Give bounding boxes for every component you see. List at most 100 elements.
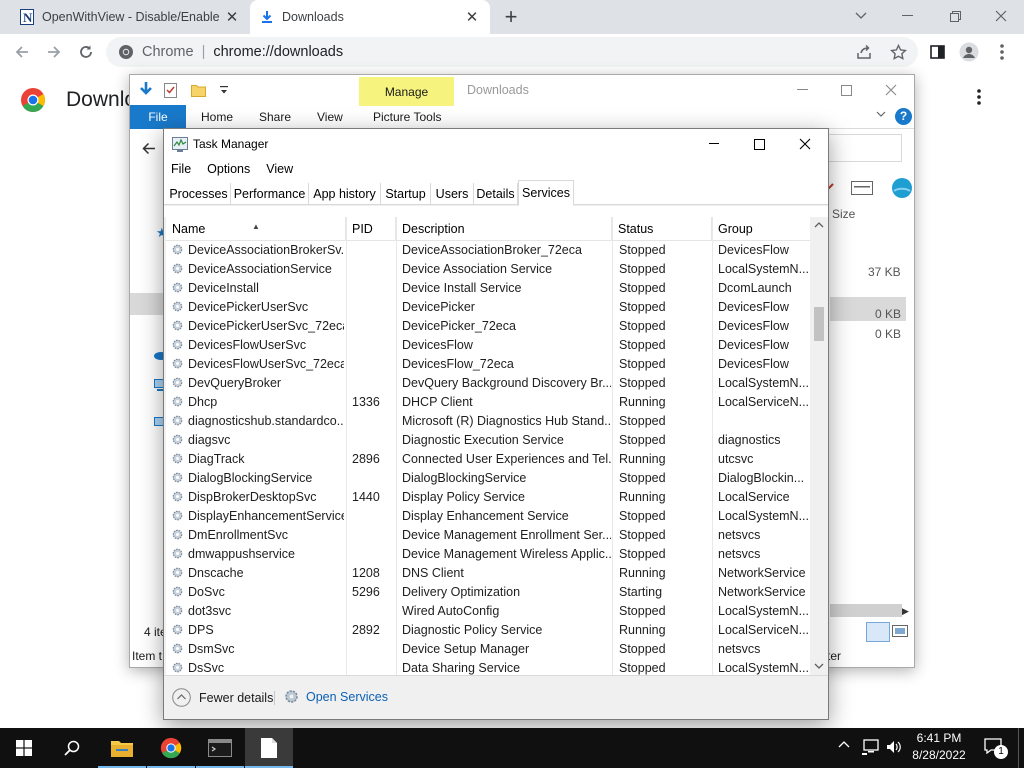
taskbar-file-explorer[interactable] xyxy=(98,728,146,768)
customize-qat-icon[interactable] xyxy=(220,85,228,95)
close-window-button[interactable] xyxy=(978,0,1024,32)
share-icon[interactable] xyxy=(848,36,880,68)
column-header-group[interactable]: Group xyxy=(712,217,810,241)
page-more-icon[interactable] xyxy=(977,89,981,105)
system-clock[interactable]: 6:41 PM 8/28/2022 xyxy=(896,730,982,764)
tab-openwithview[interactable]: N OpenWithView - Disable/Enable ✕ xyxy=(10,0,250,34)
restore-button[interactable] xyxy=(932,0,978,32)
taskbar-notepad[interactable] xyxy=(245,728,293,768)
service-row[interactable]: diagnosticshub.standardco... Microsoft (R… xyxy=(166,412,810,431)
new-tab-button[interactable]: + xyxy=(498,4,524,30)
service-row[interactable]: dot3svc Wired AutoConfig Stopped LocalSyste… xyxy=(166,602,810,621)
service-row[interactable]: DevicePickerUserSvc DevicePicker Stopped De… xyxy=(166,298,810,317)
search-button[interactable] xyxy=(48,728,96,768)
ribbon-tab-share[interactable]: Share xyxy=(259,105,291,129)
service-row[interactable]: DsSvc Data Sharing Service Stopped LocalSys… xyxy=(166,659,810,675)
side-panel-icon[interactable] xyxy=(921,36,953,68)
service-row[interactable]: DoSvc 5296 Delivery Optimization Starting Ne… xyxy=(166,583,810,602)
service-row[interactable]: DevQueryBroker DevQuery Background Discov… xyxy=(166,374,810,393)
column-header-name[interactable]: ▲ Name xyxy=(166,217,346,241)
scroll-right-icon[interactable]: ▶ xyxy=(902,606,909,617)
back-arrow-icon[interactable] xyxy=(142,142,156,155)
vertical-scrollbar[interactable] xyxy=(810,217,828,675)
web-globe-icon[interactable] xyxy=(890,176,914,200)
tab-downloads[interactable]: Downloads ✕ xyxy=(250,0,490,34)
details-pane-icon[interactable] xyxy=(851,181,873,195)
service-row[interactable]: DeviceAssociationService Device Associati… xyxy=(166,260,810,279)
ribbon-tab-view[interactable]: View xyxy=(317,105,343,129)
service-row[interactable]: DispBrokerDesktopSvc 1440 Display Policy S… xyxy=(166,488,810,507)
taskbar-task-manager[interactable] xyxy=(196,728,244,768)
service-row[interactable]: DeviceInstall Device Install Service Stopp… xyxy=(166,279,810,298)
tab-app-history[interactable]: App history xyxy=(309,183,381,205)
service-row[interactable]: DiagTrack 2896 Connected User Experiences … xyxy=(166,450,810,469)
open-services-link[interactable]: Open Services xyxy=(283,688,388,705)
size-column-header[interactable]: Size xyxy=(832,207,855,221)
service-row[interactable]: DPS 2892 Diagnostic Policy Service Running L… xyxy=(166,621,810,640)
service-row[interactable]: DialogBlockingService DialogBlockingServi… xyxy=(166,469,810,488)
service-row[interactable]: DisplayEnhancementService Display Enhance… xyxy=(166,507,810,526)
horizontal-scrollbar[interactable] xyxy=(830,604,902,617)
details-view-icon[interactable] xyxy=(866,622,890,642)
network-status-icon[interactable] xyxy=(862,739,880,755)
service-row[interactable]: diagsvc Diagnostic Execution Service Stopp… xyxy=(166,431,810,450)
tab-details[interactable]: Details xyxy=(474,183,518,205)
minimize-button[interactable] xyxy=(796,89,808,91)
menu-options[interactable]: Options xyxy=(207,162,250,176)
ribbon-file-tab[interactable]: File xyxy=(130,105,186,129)
service-row[interactable]: Dnscache 1208 DNS Client Running NetworkServ… xyxy=(166,564,810,583)
close-window-button[interactable] xyxy=(782,129,828,159)
scroll-down-icon[interactable] xyxy=(814,663,824,670)
show-hidden-icons[interactable] xyxy=(838,740,850,748)
service-row[interactable]: Dhcp 1336 DHCP Client Running LocalServiceN.… xyxy=(166,393,810,412)
minimize-button[interactable] xyxy=(884,0,930,32)
forward-button[interactable] xyxy=(38,36,70,68)
search-box[interactable] xyxy=(828,134,902,162)
service-row[interactable]: DmEnrollmentSvc Device Management Enrollm… xyxy=(166,526,810,545)
show-desktop-button[interactable] xyxy=(1018,728,1024,768)
close-tab-icon[interactable]: ✕ xyxy=(464,9,480,26)
maximize-button[interactable] xyxy=(840,84,852,96)
back-button[interactable] xyxy=(6,36,38,68)
profile-avatar-icon[interactable] xyxy=(953,36,985,68)
service-row[interactable]: DevicePickerUserSvc_72eca DevicePicker_72… xyxy=(166,317,810,336)
tab-processes[interactable]: Processes xyxy=(167,183,231,205)
reload-button[interactable] xyxy=(70,36,102,68)
tab-services[interactable]: Services xyxy=(518,180,574,206)
scroll-up-icon[interactable] xyxy=(814,221,824,228)
ribbon-collapse-icon[interactable] xyxy=(876,111,886,118)
column-header-pid[interactable]: PID xyxy=(346,217,396,241)
service-row[interactable]: DevicesFlowUserSvc DevicesFlow Stopped Devi… xyxy=(166,336,810,355)
ribbon-tab-picture-tools[interactable]: Picture Tools xyxy=(373,105,441,129)
tab-users[interactable]: Users xyxy=(431,183,474,205)
address-bar[interactable]: Chrome | chrome://downloads xyxy=(106,37,918,67)
new-folder-icon[interactable] xyxy=(191,83,206,97)
taskbar-chrome[interactable] xyxy=(147,728,195,768)
maximize-button[interactable] xyxy=(736,129,782,159)
service-row[interactable]: DeviceAssociationBrokerSv... DeviceAssoci… xyxy=(166,241,810,260)
column-header-description[interactable]: Description xyxy=(396,217,612,241)
close-window-button[interactable] xyxy=(885,84,897,96)
close-tab-icon[interactable]: ✕ xyxy=(224,9,240,26)
column-header-status[interactable]: Status xyxy=(612,217,712,241)
start-button[interactable] xyxy=(0,728,48,768)
tab-startup[interactable]: Startup xyxy=(381,183,431,205)
large-icons-view-icon[interactable] xyxy=(892,625,908,637)
service-row[interactable]: DevicesFlowUserSvc_72eca DevicesFlow_72ec… xyxy=(166,355,810,374)
chevron-down-icon[interactable] xyxy=(838,0,884,32)
help-icon[interactable]: ? xyxy=(895,108,912,125)
scrollbar-thumb[interactable] xyxy=(814,307,824,341)
service-row[interactable]: dmwappushservice Device Management Wirele… xyxy=(166,545,810,564)
more-menu-icon[interactable] xyxy=(986,36,1018,68)
quick-access-toolbar[interactable] xyxy=(164,75,228,105)
tab-performance[interactable]: Performance xyxy=(231,183,309,205)
service-row[interactable]: DsmSvc Device Setup Manager Stopped netsvcs xyxy=(166,640,810,659)
fewer-details-button[interactable]: Fewer details xyxy=(172,688,273,707)
action-center-button[interactable]: 1 xyxy=(984,738,1008,759)
manage-contextual-tab[interactable]: Manage xyxy=(359,77,454,106)
minimize-button[interactable] xyxy=(691,129,737,159)
bookmark-star-icon[interactable] xyxy=(882,36,914,68)
ribbon-tab-home[interactable]: Home xyxy=(201,105,233,129)
properties-icon[interactable] xyxy=(164,82,177,98)
menu-view[interactable]: View xyxy=(266,162,293,176)
